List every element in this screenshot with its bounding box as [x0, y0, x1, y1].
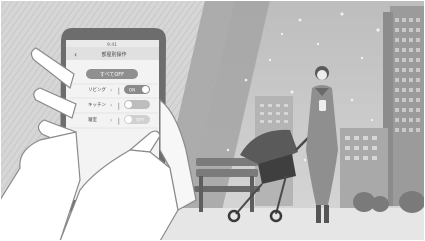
- illustration-scene: 9:41 ‹ 部屋別操作 すべてOFF リビング › ❘ ON キッチン › ❘: [0, 0, 425, 241]
- toggle-kitchen[interactable]: [124, 100, 150, 109]
- chevron-right-icon: ›: [110, 87, 112, 94]
- chevron-right-icon: ›: [110, 102, 112, 109]
- lamp-icon: ❘: [116, 87, 122, 95]
- back-chevron-icon[interactable]: ‹: [74, 50, 77, 59]
- chevron-right-icon: ›: [110, 117, 112, 124]
- room-label-living: リビング: [88, 86, 106, 93]
- toggle-living-label: ON: [129, 88, 135, 93]
- all-off-button-label: すべてOFF: [100, 72, 124, 78]
- all-off-button[interactable]: すべてOFF: [86, 69, 138, 79]
- status-time: 9:41: [107, 42, 117, 48]
- nav-title: 部屋別操作: [101, 51, 126, 58]
- lamp-icon: ❘: [116, 117, 122, 125]
- room-label-bedroom: 寝室: [88, 116, 97, 123]
- ground: [150, 208, 425, 241]
- toggle-bedroom-label: OFF: [136, 118, 144, 123]
- room-label-kitchen: キッチン: [88, 102, 106, 108]
- skyscraper: [383, 6, 425, 206]
- toggle-bedroom[interactable]: OFF: [124, 115, 150, 124]
- lamp-icon: ❘: [116, 102, 122, 110]
- toggle-living[interactable]: ON: [124, 85, 150, 94]
